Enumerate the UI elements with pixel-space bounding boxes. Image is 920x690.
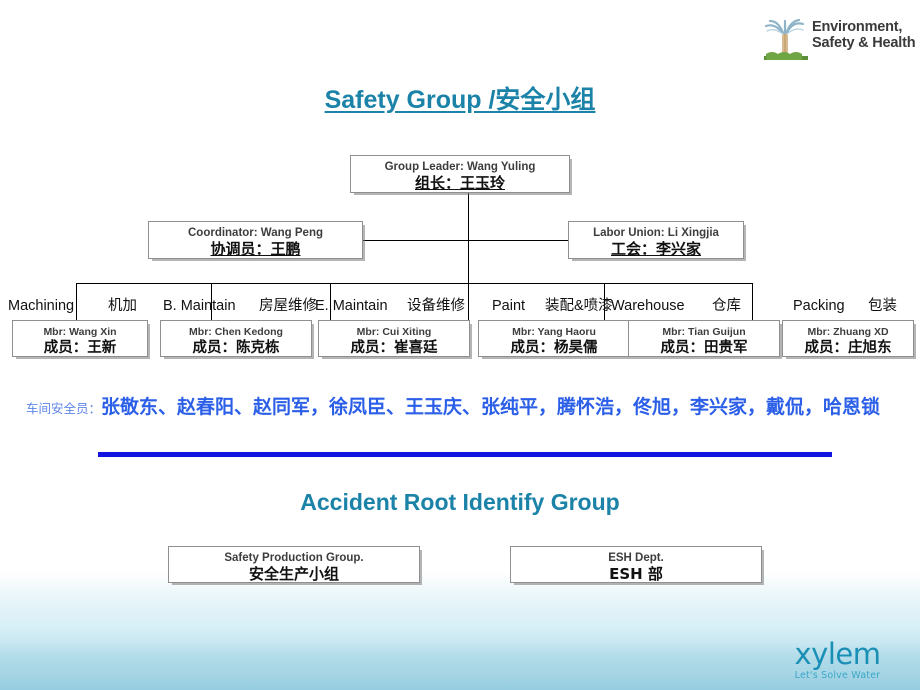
connector-drop-6 (752, 283, 753, 320)
member-emaintain-cn: 成员：崔喜廷 (350, 340, 438, 356)
org-box-member-warehouse: Mbr: Tian Guijun 成员：田贵军 (628, 320, 780, 357)
org-box-group-leader: Group Leader: Wang Yuling 组长：王玉玲 (350, 155, 570, 193)
member-warehouse-cn: 成员：田贵军 (660, 340, 748, 356)
dept-label-emaintain-cn: 设备维修 (407, 298, 465, 314)
connector-drop-1 (76, 283, 77, 320)
safety-officers-names: 张敬东、赵春阳、赵同军，徐凤臣、王玉庆、张纯平，腾怀浩，佟旭，李兴家，戴侃，哈恩… (101, 396, 881, 418)
member-paint-en: Mbr: Yang Haoru (512, 326, 596, 338)
dept-label-bmaintain-en: B. Maintain (163, 298, 236, 314)
org-box-safety-production-group: Safety Production Group. 安全生产小组 (168, 546, 420, 583)
safety-officers-paragraph: 车间安全员：张敬东、赵春阳、赵同军，徐凤臣、王玉庆、张纯平，腾怀浩，佟旭，李兴家… (26, 392, 904, 424)
esh-dept-cn: ESH 部 (609, 565, 663, 583)
group-leader-cn: 组长：王玉玲 (414, 174, 505, 192)
group-leader-en: Group Leader: Wang Yuling (384, 161, 536, 173)
dept-label-packing-cn: 包装 (868, 298, 897, 314)
xylem-tagline: Let's Solve Water (794, 670, 881, 681)
xylem-brand: xylem (794, 637, 881, 671)
dept-label-packing-en: Packing (793, 298, 845, 314)
org-box-member-packing: Mbr: Zhuang XD 成员：庄旭东 (782, 320, 914, 357)
coordinator-cn: 协调员：王鹏 (210, 240, 301, 258)
member-emaintain-en: Mbr: Cui Xiting (356, 326, 432, 338)
esh-dept-en: ESH Dept. (608, 552, 664, 564)
member-packing-cn: 成员：庄旭东 (804, 340, 892, 356)
org-box-member-machining: Mbr: Wang Xin 成员：王新 (12, 320, 148, 357)
xylem-logo: xylem Let's Solve Water (770, 640, 905, 682)
labor-union-cn: 工会：李兴家 (610, 240, 701, 258)
dept-label-paint-cn: 装配&喷漆 (545, 298, 613, 314)
dept-label-machining-cn: 机加 (108, 298, 137, 314)
esh-logo-line1: Environment, (812, 19, 903, 35)
page-title: Safety Group /安全小组 (324, 86, 596, 114)
member-paint-cn: 成员：杨昊儒 (510, 340, 598, 356)
safety-production-group-cn: 安全生产小组 (248, 565, 339, 583)
slide-canvas: Environment, Safety & Health Safety Grou… (0, 0, 920, 690)
safety-production-group-en: Safety Production Group. (224, 552, 364, 564)
dept-label-emaintain-en: E. Maintain (315, 298, 388, 314)
labor-union-en: Labor Union: Li Xingjia (593, 227, 719, 239)
connector-leader-vertical (468, 192, 469, 283)
esh-logo-text: Environment, Safety & Health (812, 19, 916, 51)
esh-logo: Environment, Safety & Health (760, 18, 916, 62)
dept-label-warehouse-en: Warehouse (611, 298, 685, 314)
member-bmaintain-en: Mbr: Chen Kedong (189, 326, 283, 338)
connector-crossbar (362, 240, 570, 241)
safety-officers-label: 车间安全员： (26, 401, 102, 416)
member-warehouse-en: Mbr: Tian Guijun (662, 326, 746, 338)
org-box-esh-dept: ESH Dept. ESH 部 (510, 546, 762, 583)
org-box-member-paint: Mbr: Yang Haoru 成员：杨昊儒 (478, 320, 630, 357)
dept-label-machining-en: Machining (8, 298, 75, 314)
member-machining-cn: 成员：王新 (43, 340, 117, 356)
section-title-accident-group: Accident Root Identify Group (300, 489, 620, 515)
member-bmaintain-cn: 成员：陈克栋 (192, 340, 280, 356)
org-box-member-emaintain: Mbr: Cui Xiting 成员：崔喜廷 (318, 320, 470, 357)
esh-logo-line2: Safety & Health (812, 35, 916, 51)
section-divider (98, 452, 832, 457)
connector-main-bus (76, 283, 753, 284)
org-box-member-bmaintain: Mbr: Chen Kedong 成员：陈克栋 (160, 320, 312, 357)
connector-drop-4 (468, 283, 469, 320)
coordinator-en: Coordinator: Wang Peng (187, 227, 323, 239)
member-packing-en: Mbr: Zhuang XD (807, 326, 889, 338)
org-box-coordinator: Coordinator: Wang Peng 协调员：王鹏 (148, 221, 363, 259)
member-machining-en: Mbr: Wang Xin (43, 326, 117, 338)
dept-label-warehouse-cn: 仓库 (712, 298, 741, 314)
org-box-labor-union: Labor Union: Li Xingjia 工会：李兴家 (568, 221, 744, 259)
tree-logo-icon (764, 18, 808, 60)
dept-label-bmaintain-cn: 房屋维修 (259, 298, 317, 314)
dept-label-paint-en: Paint (492, 298, 526, 314)
